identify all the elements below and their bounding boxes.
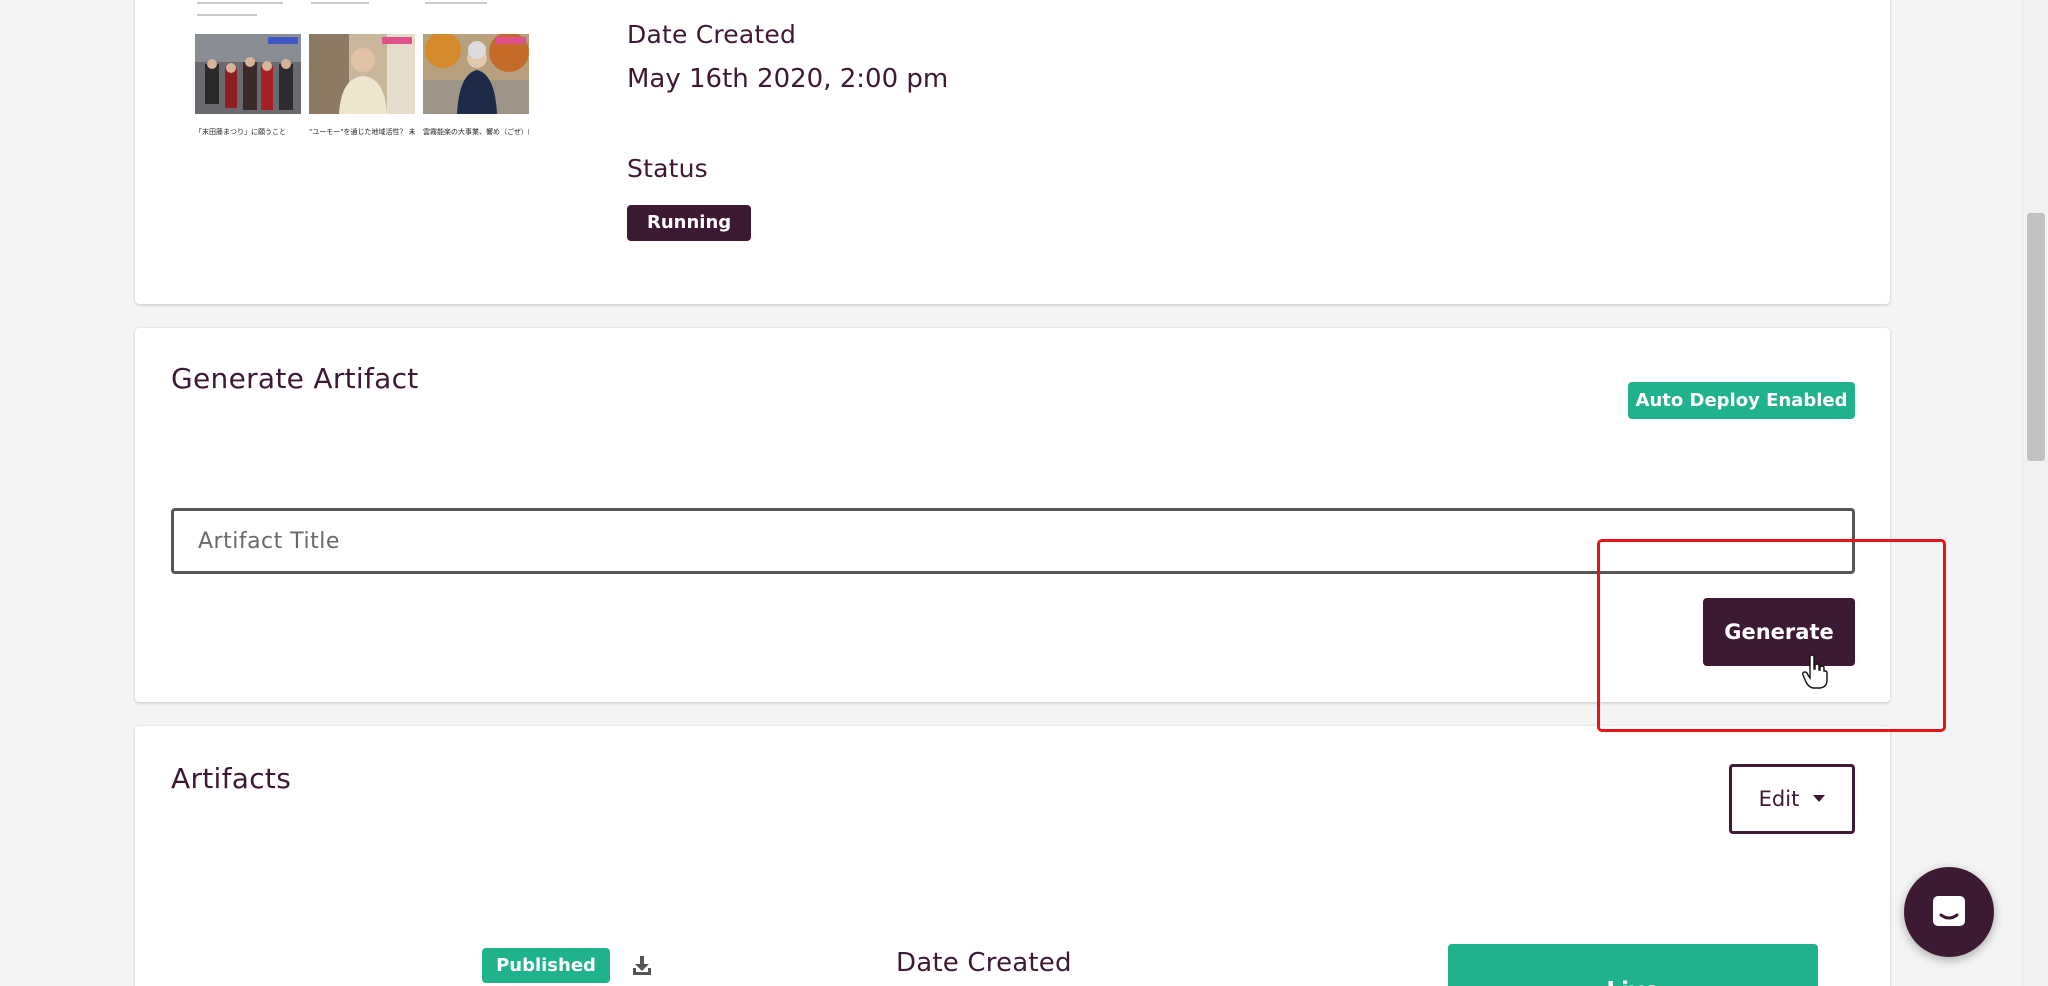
date-created-value: May 16th 2020, 2:00 pm [627,64,949,94]
thumbnail-caption: "ユーモー"を通じた地域活性？ 未来につながる私学活仏をのこす｜客 [309,128,415,136]
artifact-date-created-label: Date Created [896,948,1072,978]
thumbnail-column: "ユーモー"を通じた地域活性？ 未来につながる私学活仏をのこす｜客 [309,0,417,140]
edit-button-label: Edit [1758,787,1800,811]
artifact-title-input[interactable] [171,508,1855,574]
thumbnail-caption: 「末田藤まつり」に願うこと [195,128,286,136]
thumbnail-caption: 雲霧能楽の大事業、響め（ごぜ）師を多くの人に知ってほしい！｜道 [423,128,529,136]
scrollbar-thumb[interactable] [2027,213,2045,461]
thumbnail-column: 雲霧能楽の大事業、響め（ごぜ）師を多くの人に知ってほしい！｜道 [423,0,531,140]
auto-deploy-badge: Auto Deploy Enabled [1628,382,1855,419]
thumbnail-image [195,34,301,114]
thumbnail-column: 「末田藤まつり」に願うこと [195,0,303,140]
page-scrollbar[interactable] [2022,0,2048,986]
generate-button[interactable]: Generate [1703,598,1855,666]
download-icon[interactable] [631,954,653,976]
live-button[interactable]: Live [1448,944,1818,986]
status-label: Status [627,154,708,183]
published-badge: Published [482,948,610,983]
edit-dropdown-button[interactable]: Edit [1729,764,1855,834]
artifact-thumbnail: 「末田藤まつり」に願うこと "ユーモー"を通じた地域活性？ 未来につながる私学活… [195,0,675,140]
thumbnail-image [423,34,529,114]
artifacts-card: Artifacts Edit Published Date Created Li… [135,726,1890,986]
date-created-label: Date Created [627,20,797,49]
artifacts-title: Artifacts [171,762,292,795]
caret-down-icon [1813,795,1826,802]
generate-artifact-card: Generate Artifact Auto Deploy Enabled Ge… [135,328,1890,702]
generate-artifact-title: Generate Artifact [171,362,419,395]
chat-launcher-button[interactable] [1904,867,1994,957]
status-badge: Running [627,205,752,241]
chat-icon [1933,896,1965,926]
thumbnail-image [309,34,415,114]
details-card: 「末田藤まつり」に願うこと "ユーモー"を通じた地域活性？ 未来につながる私学活… [135,0,1890,304]
